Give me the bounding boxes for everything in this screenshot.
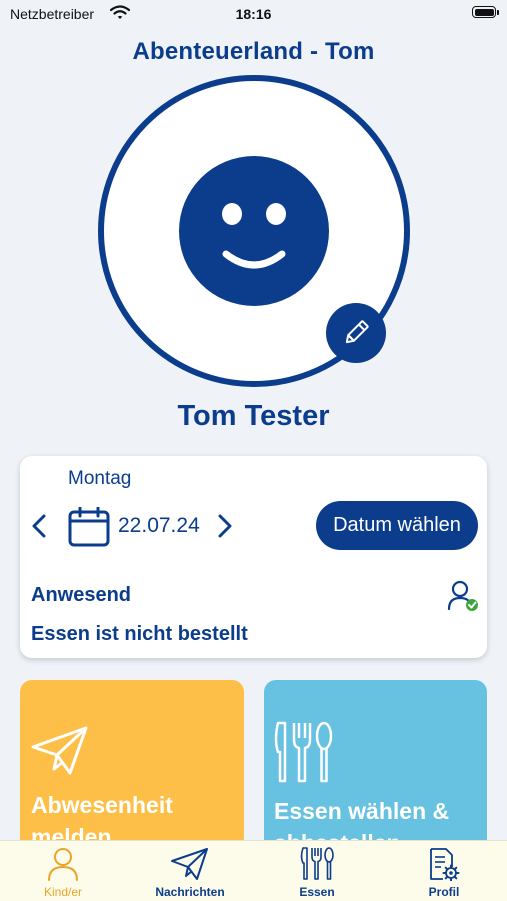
person-icon: [48, 848, 78, 881]
battery-icon: [472, 6, 496, 18]
tab-meals-label: Essen: [299, 885, 335, 899]
smiley-face-icon: [179, 156, 329, 306]
person-check-icon: [447, 580, 478, 611]
paper-plane-icon: [31, 726, 88, 775]
child-name: Tom Tester: [177, 400, 330, 432]
status-bar: Netzbetreiber 18:16: [0, 0, 507, 30]
chevron-left-icon: [32, 514, 46, 538]
meal-order-status: Essen ist nicht bestellt: [31, 623, 248, 645]
tab-children-label: Kind/er: [43, 885, 83, 899]
cutlery-icon: [300, 847, 334, 880]
previous-day-button[interactable]: [28, 512, 50, 540]
tab-messages[interactable]: Nachrichten: [127, 841, 253, 901]
tab-children[interactable]: Kind/er: [0, 841, 126, 901]
next-day-button[interactable]: [214, 512, 236, 540]
tab-profile[interactable]: Profil: [381, 841, 507, 901]
chevron-right-icon: [218, 514, 232, 538]
battery-tip: [497, 10, 499, 15]
edit-avatar-button[interactable]: [326, 303, 386, 363]
tab-meals[interactable]: Essen: [254, 841, 380, 901]
pick-date-button[interactable]: Datum wählen: [316, 501, 478, 550]
weekday-label: Montag: [68, 468, 132, 489]
attendance-status: Anwesend: [31, 584, 132, 606]
clock: 18:16: [235, 6, 272, 22]
cutlery-icon: [274, 721, 333, 783]
pencil-icon: [345, 320, 369, 344]
page-title: Abenteuerland - Tom: [132, 38, 375, 65]
selected-date: 22.07.24: [118, 514, 200, 537]
calendar-icon: [68, 507, 110, 547]
paper-plane-icon: [171, 848, 208, 880]
tab-bar: Kind/er Nachrichten Essen Profil: [0, 840, 507, 901]
document-gear-icon: [430, 848, 460, 881]
tab-messages-label: Nachrichten: [155, 885, 225, 899]
tab-profile-label: Profil: [428, 885, 460, 899]
